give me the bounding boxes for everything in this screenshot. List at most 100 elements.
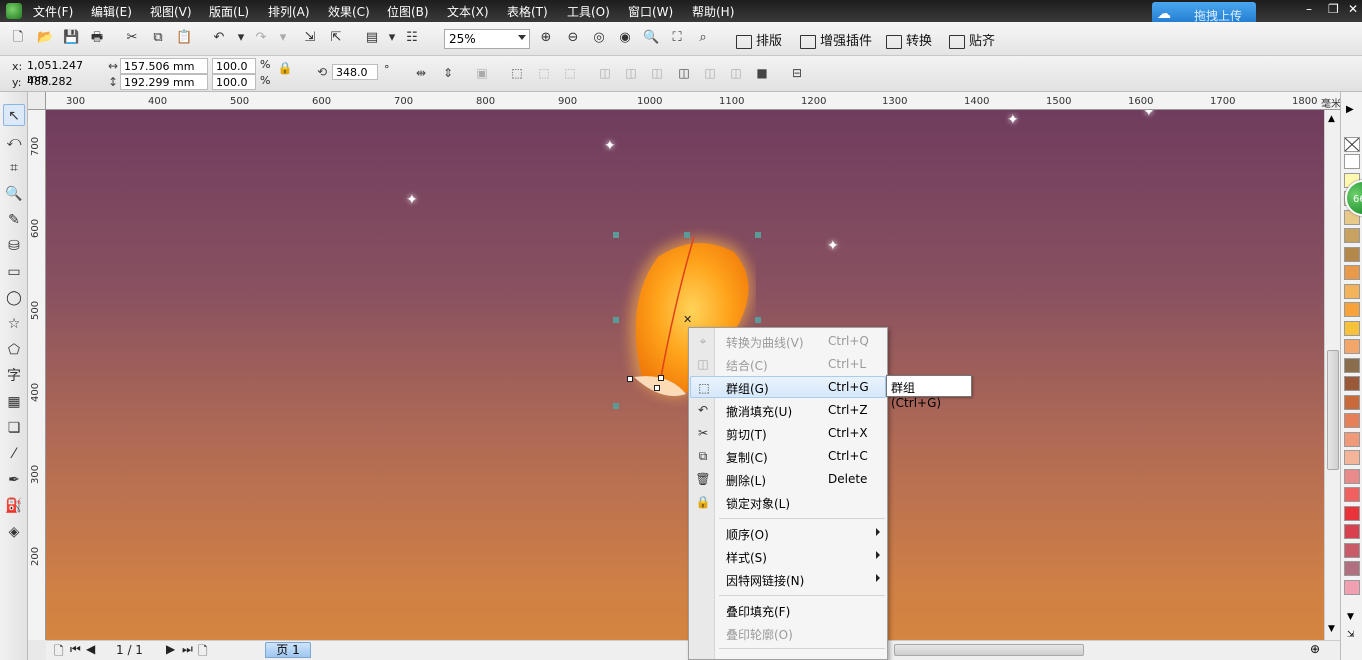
table-tool-icon[interactable]: ▦: [3, 391, 25, 413]
vertical-ruler[interactable]: 700 600 500 400 300 200: [28, 110, 46, 640]
paste-icon[interactable]: 📋: [176, 30, 192, 46]
palette-scroll-down-icon[interactable]: ▼: [1347, 612, 1354, 622]
print-icon[interactable]: 🖶: [89, 30, 105, 46]
boundary-icon[interactable]: ■: [754, 65, 770, 81]
ruler-corner[interactable]: [28, 92, 46, 110]
minimize-icon[interactable]: –: [1306, 2, 1312, 16]
menu-item-undo-fill[interactable]: ↶ 撤消填充(U) Ctrl+Z: [690, 399, 886, 421]
first-page-icon[interactable]: ⏮: [70, 642, 81, 657]
save-icon[interactable]: 💾: [63, 30, 79, 46]
shape-tool-icon[interactable]: ⤺: [3, 131, 25, 153]
publish-dropdown-icon[interactable]: ▾: [384, 30, 400, 46]
menu-table[interactable]: 表格(T): [507, 3, 548, 20]
arrange-icon[interactable]: ▣: [474, 65, 490, 81]
menu-item-convert-to-curves[interactable]: ⌖ 转换为曲线(V) Ctrl+Q: [690, 330, 886, 352]
ungroup-icon[interactable]: ⬚: [536, 65, 552, 81]
menu-item-internet-link[interactable]: 因特网链接(N): [690, 568, 886, 590]
lock-ratio-icon[interactable]: 🔒: [277, 60, 293, 76]
intersect-icon[interactable]: ◫: [649, 65, 665, 81]
width-field[interactable]: 157.506 mm: [120, 58, 208, 74]
zoom-navigator-icon[interactable]: ⊕: [1310, 642, 1320, 656]
color-swatch[interactable]: [1344, 320, 1360, 336]
scale-x-field[interactable]: 100.0: [212, 58, 256, 74]
selection-handle[interactable]: [684, 232, 690, 238]
close-icon[interactable]: ✕: [1348, 2, 1358, 16]
menu-help[interactable]: 帮助(H): [692, 3, 734, 20]
next-page-icon[interactable]: ▶: [166, 642, 175, 656]
menu-window[interactable]: 窗口(W): [628, 3, 673, 20]
plugins-button[interactable]: 增强插件: [800, 30, 872, 49]
vertical-scrollbar[interactable]: ▲ ▼: [1324, 110, 1340, 640]
group-icon[interactable]: ⬚: [509, 65, 525, 81]
zoom-height-icon[interactable]: ⌕: [695, 30, 711, 46]
open-folder-icon[interactable]: 📂: [37, 30, 53, 46]
color-swatch[interactable]: [1344, 561, 1360, 576]
color-swatch[interactable]: [1344, 524, 1360, 539]
color-swatch[interactable]: [1344, 376, 1360, 391]
node-handle[interactable]: [654, 385, 660, 391]
add-page-after-icon[interactable]: 🗋: [198, 642, 208, 660]
ungroup-all-icon[interactable]: ⬚: [562, 65, 578, 81]
zoom-in-icon[interactable]: ⊕: [538, 30, 554, 46]
scroll-down-icon[interactable]: ▼: [1328, 624, 1335, 634]
color-swatch[interactable]: [1344, 431, 1360, 447]
mirror-horizontal-icon[interactable]: ⇹: [413, 65, 429, 81]
convert-button[interactable]: 转换: [886, 30, 932, 49]
publish-pdf-icon[interactable]: ▤: [364, 30, 380, 46]
align-distribute-icon[interactable]: ⊟: [789, 65, 805, 81]
zoom-width-icon[interactable]: ⛶: [669, 30, 685, 46]
zoom-page-icon[interactable]: 🔍: [643, 30, 659, 46]
menu-layout[interactable]: 版面(L): [209, 3, 249, 20]
color-swatch[interactable]: [1344, 265, 1360, 280]
menu-item-styles[interactable]: 样式(S): [690, 545, 886, 567]
menu-item-combine[interactable]: ◫ 结合(C) Ctrl+L: [690, 353, 886, 375]
color-swatch[interactable]: [1344, 154, 1360, 169]
menu-item-group[interactable]: ⬚ 群组(G) Ctrl+G: [690, 376, 886, 398]
menu-view[interactable]: 视图(V): [150, 3, 192, 20]
center-marker-icon[interactable]: ✕: [683, 313, 692, 326]
vertical-scroll-thumb[interactable]: [1327, 350, 1339, 470]
ellipse-tool-icon[interactable]: ◯: [3, 287, 25, 309]
zoom-tool-icon[interactable]: 🔍: [3, 183, 25, 205]
trim-icon[interactable]: ◫: [623, 65, 639, 81]
color-swatch[interactable]: [1344, 394, 1360, 410]
node-handle[interactable]: [627, 376, 633, 382]
scroll-up-icon[interactable]: ▲: [1328, 114, 1335, 124]
horizontal-scroll-thumb[interactable]: [894, 644, 1084, 656]
page-tab[interactable]: 页 1: [265, 642, 311, 658]
new-document-icon[interactable]: 🗋: [10, 30, 26, 46]
shadow-tool-icon[interactable]: ❏: [3, 417, 25, 439]
zoom-selected-icon[interactable]: ◎: [591, 30, 607, 46]
menu-item-overprint-outline[interactable]: 叠印轮廓(O): [690, 622, 886, 644]
menu-bitmaps[interactable]: 位图(B): [387, 3, 429, 20]
menu-tools[interactable]: 工具(O): [567, 3, 610, 20]
color-swatch[interactable]: [1344, 505, 1360, 521]
undo-icon[interactable]: ↶: [211, 30, 227, 46]
no-fill-swatch[interactable]: [1344, 137, 1360, 152]
menu-item-copy[interactable]: ⧉ 复制(C) Ctrl+C: [690, 445, 886, 467]
zoom-out-icon[interactable]: ⊖: [565, 30, 581, 46]
color-swatch[interactable]: [1344, 228, 1360, 243]
menu-item-delete[interactable]: 🗑 删除(L) Delete: [690, 468, 886, 490]
menu-arrange[interactable]: 排列(A): [268, 3, 310, 20]
selection-handle[interactable]: [613, 403, 619, 409]
color-swatch[interactable]: [1344, 450, 1360, 465]
simplify-icon[interactable]: ◫: [676, 65, 692, 81]
color-swatch[interactable]: [1344, 468, 1360, 484]
interactive-fill-tool-icon[interactable]: ◈: [3, 521, 25, 543]
zoom-select[interactable]: 25%: [444, 29, 530, 49]
palette-flyout-icon[interactable]: ⇲: [1347, 630, 1355, 640]
color-swatch[interactable]: [1344, 487, 1360, 502]
color-swatch[interactable]: [1344, 542, 1360, 558]
menu-effects[interactable]: 效果(C): [328, 3, 370, 20]
restore-icon[interactable]: ❐: [1328, 2, 1339, 16]
menu-text[interactable]: 文本(X): [447, 3, 489, 20]
zoom-all-icon[interactable]: ◉: [617, 30, 633, 46]
rotation-field[interactable]: 348.0: [332, 64, 378, 80]
import-icon[interactable]: ⇲: [302, 30, 318, 46]
pick-tool-icon[interactable]: ↖: [3, 104, 25, 126]
color-swatch[interactable]: [1344, 302, 1360, 317]
rectangle-tool-icon[interactable]: ▭: [3, 261, 25, 283]
layout-button[interactable]: 排版: [736, 30, 782, 49]
color-swatch[interactable]: [1344, 413, 1360, 428]
